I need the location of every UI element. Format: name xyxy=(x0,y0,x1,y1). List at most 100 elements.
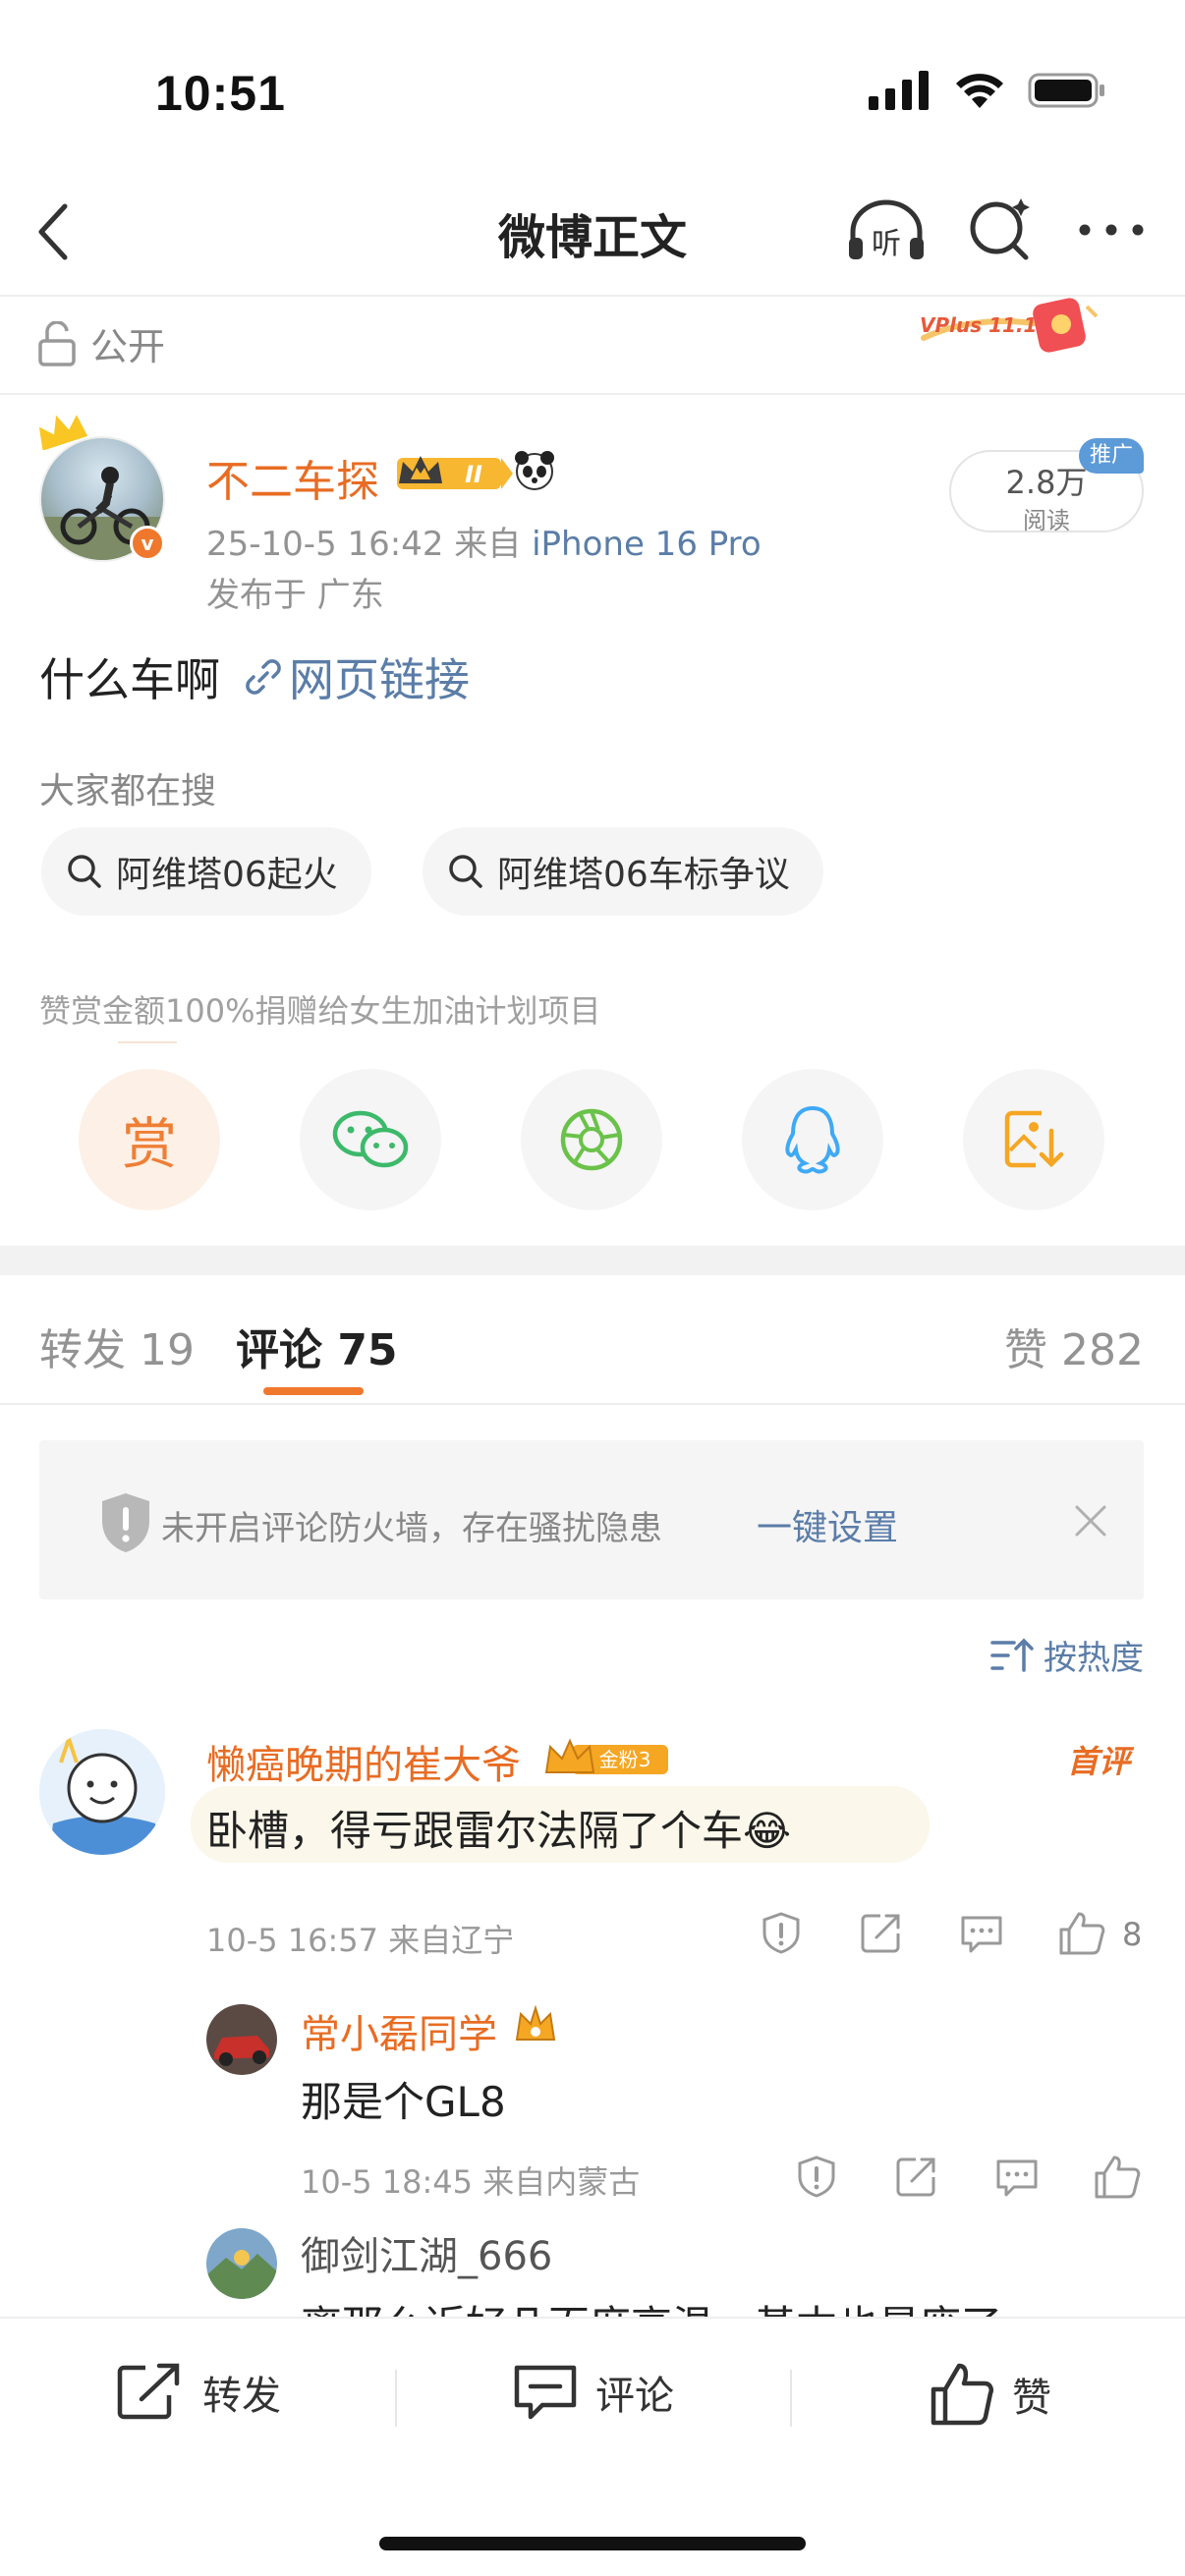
forward-icon[interactable] xyxy=(859,1910,904,1955)
bottom-bar-separator xyxy=(395,2370,397,2427)
cellular-signal-icon xyxy=(869,71,929,110)
visibility-label: 公开 xyxy=(90,325,166,368)
section-separator xyxy=(0,1246,1185,1275)
web-link[interactable]: 网页链接 xyxy=(244,644,470,709)
repost-label: 转发 xyxy=(202,2374,281,2419)
reply-comment-icon[interactable] xyxy=(994,2154,1040,2199)
reply-comment-icon[interactable] xyxy=(959,1910,1004,1955)
reply-meta: 10-5 18:45 来自内蒙古 xyxy=(301,2163,641,2201)
wechat-icon xyxy=(332,1110,409,1168)
vplus-promo-badge[interactable]: VPlus 11.11 xyxy=(914,295,1106,358)
home-indicator xyxy=(379,2537,806,2550)
cartoon-avatar-image xyxy=(39,1729,165,1855)
red-car-avatar-image xyxy=(206,2004,277,2075)
reward-button[interactable]: 赏 xyxy=(79,1069,220,1210)
bottom-bar-separator xyxy=(790,2370,792,2427)
reply-author-name[interactable]: 常小磊同学 xyxy=(301,2002,497,2059)
like-button[interactable]: 赞 xyxy=(930,2362,1051,2427)
wifi-icon xyxy=(956,74,1003,108)
like-label: 赞 xyxy=(1012,2376,1051,2421)
active-tab-indicator xyxy=(263,1387,364,1395)
share-wechat-button[interactable] xyxy=(300,1069,441,1210)
crown-icon xyxy=(38,415,88,450)
reply-avatar[interactable] xyxy=(206,2228,277,2299)
reward-label: 赏 xyxy=(122,1112,177,1177)
sort-icon xyxy=(990,1638,1034,1672)
author-name[interactable]: 不二车探 xyxy=(206,446,379,509)
close-icon[interactable] xyxy=(1071,1501,1110,1540)
tab-reposts[interactable]: 转发 19 xyxy=(39,1315,195,1377)
search-chip[interactable]: 阿维塔06起火 xyxy=(41,827,371,916)
tab-likes[interactable]: 赞 282 xyxy=(1004,1315,1144,1377)
unlock-icon xyxy=(38,320,76,366)
save-image-button[interactable] xyxy=(963,1069,1104,1210)
qq-penguin-icon xyxy=(785,1105,840,1174)
shield-warning-icon xyxy=(102,1493,149,1552)
reply-avatar[interactable] xyxy=(206,2004,277,2075)
comment-meta: 10-5 16:57 来自辽宁 xyxy=(206,1922,515,1959)
battery-icon xyxy=(1028,73,1104,108)
comment-button[interactable]: 评论 xyxy=(513,2362,674,2423)
reward-pointer-line xyxy=(118,1041,177,1043)
post-location: 发布于 广东 xyxy=(206,576,384,615)
comment-text: 卧槽，得亏跟雷尔法隔了个车😂 xyxy=(206,1807,792,1855)
like-thumb-icon xyxy=(931,2363,993,2426)
status-icons xyxy=(869,71,1106,110)
landscape-avatar-image xyxy=(206,2228,277,2299)
reply-author-name[interactable]: 御剑江湖_666 xyxy=(301,2224,552,2281)
vplus-label: VPlus 11.11 xyxy=(920,313,1050,337)
report-icon[interactable] xyxy=(794,2154,839,2199)
search-icon[interactable] xyxy=(967,196,1036,265)
fan-badge-text: 金粉3 xyxy=(599,1748,651,1771)
sort-label: 按热度 xyxy=(1044,1639,1144,1678)
comment-label: 评论 xyxy=(595,2374,674,2419)
view-count-label: 阅读 xyxy=(1023,507,1070,534)
firewall-setup-link[interactable]: 一键设置 xyxy=(757,1499,898,1550)
reply-text: 那是个GL8 xyxy=(301,2078,506,2126)
listen-label: 听 xyxy=(872,227,901,261)
post-timestamp-source: 25-10-5 16:42 来自 xyxy=(206,525,522,564)
search-chip-label: 阿维塔06起火 xyxy=(116,855,338,895)
link-icon xyxy=(246,659,281,695)
trending-search-title: 大家都在搜 xyxy=(39,771,217,812)
like-thumb-icon[interactable] xyxy=(1093,2154,1142,2201)
search-chip-label: 阿维塔06车标争议 xyxy=(497,855,790,895)
tabs-divider xyxy=(0,1403,1185,1405)
promoted-tag: 推广 xyxy=(1079,438,1144,474)
report-icon[interactable] xyxy=(759,1910,804,1955)
comment-like-count: 8 xyxy=(1122,1916,1143,1953)
image-download-icon xyxy=(1004,1110,1064,1168)
status-time: 10:51 xyxy=(155,66,286,121)
share-qq-button[interactable] xyxy=(742,1069,883,1210)
share-moments-button[interactable] xyxy=(521,1069,662,1210)
donation-notice: 赞赏金额100%捐赠给女生加油计划项目 xyxy=(39,992,601,1030)
commenter-avatar[interactable] xyxy=(39,1729,165,1855)
visibility-divider xyxy=(0,393,1185,395)
repost-button[interactable]: 转发 xyxy=(116,2362,281,2423)
repost-icon xyxy=(117,2363,180,2420)
search-icon xyxy=(68,855,101,888)
more-options-icon[interactable] xyxy=(1077,220,1146,240)
sort-by-hot[interactable]: 按热度 xyxy=(990,1631,1144,1679)
post-device-link[interactable]: iPhone 16 Pro xyxy=(532,525,762,564)
listen-headphones-icon[interactable]: 听 xyxy=(845,196,928,265)
search-chip[interactable]: 阿维塔06车标争议 xyxy=(423,827,823,916)
forward-icon[interactable] xyxy=(894,2154,939,2199)
level-badge-text: II xyxy=(465,461,482,488)
gold-fan-badge[interactable]: 金粉3 xyxy=(542,1737,672,1780)
verified-badge: v xyxy=(130,526,165,561)
firewall-notice-text: 未开启评论防火墙，存在骚扰隐患 xyxy=(161,1509,662,1548)
like-thumb-icon[interactable] xyxy=(1057,1910,1106,1957)
post-meta: 25-10-5 16:42 来自 iPhone 16 Pro xyxy=(206,517,762,565)
member-level-badge[interactable]: II xyxy=(391,450,558,495)
web-link-label: 网页链接 xyxy=(289,653,470,706)
comment-icon xyxy=(514,2365,577,2420)
first-comment-tag: 首评 xyxy=(1067,1743,1131,1780)
moments-shutter-icon xyxy=(560,1108,623,1171)
tab-comments[interactable]: 评论 75 xyxy=(236,1315,398,1377)
crown-badge-icon xyxy=(515,2004,556,2041)
visibility-row: 公开 xyxy=(37,316,165,370)
commenter-name[interactable]: 懒癌晚期的崔大爷 xyxy=(206,1733,521,1790)
post-text: 什么车啊 xyxy=(39,653,220,706)
search-icon xyxy=(449,855,482,888)
